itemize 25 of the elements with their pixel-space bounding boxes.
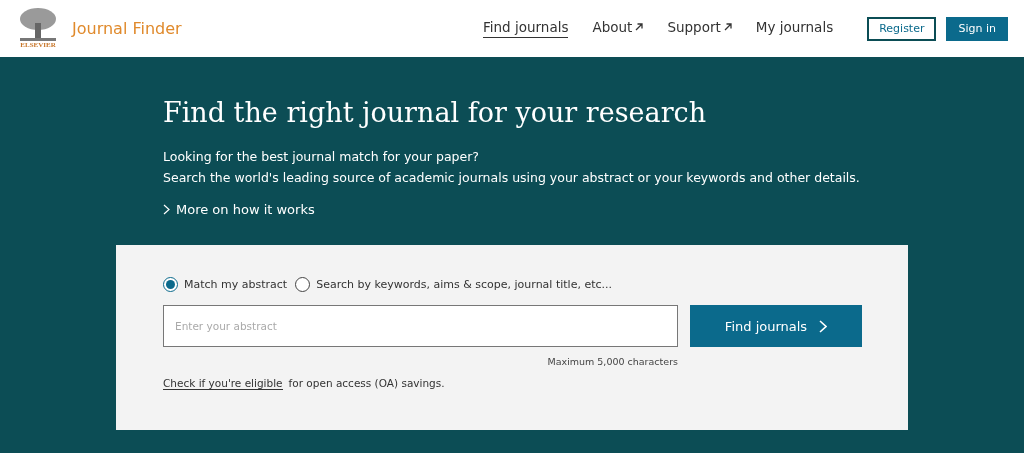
radio-button[interactable] [163,277,178,292]
chevron-icon [163,204,170,215]
eligibility-link[interactable]: Check if you're eligible [163,377,283,390]
tree-icon [18,7,58,41]
sign-in-button[interactable]: Sign in [946,16,1008,41]
hero-text: Looking for the best journal match for your paper? [163,148,480,166]
nav-link[interactable]: Find journals [483,19,569,38]
external-link-icon [635,23,644,31]
nav-link[interactable]: My journals [755,19,834,38]
product-name: Journal Finder [72,19,182,38]
chevron-icon [819,319,828,333]
more-link[interactable]: More on how it works [163,202,908,217]
search-mode-option[interactable]: Search by keywords, aims & scope, journal title, etc... [295,277,613,292]
abstract-field[interactable]: Enter your abstract [163,305,678,347]
hero-title: Find the right journal for your research [163,97,708,128]
register-button[interactable]: Register [867,16,937,41]
hero-text: Search the world's leading source of academic journals using your abstract or your keywords and other details. [163,169,861,187]
search-mode-option[interactable]: Match my abstract [163,277,288,292]
nav-link[interactable]: Support [667,19,732,38]
radio-button[interactable] [295,277,311,292]
nav-link[interactable]: About [592,19,644,38]
external-link-icon [723,23,732,31]
character-limit: Maximum 5,000 characters [547,356,678,367]
find-journals-button[interactable]: Find journals [690,305,862,347]
eligibility-text: for open access (OA) savings. [288,377,445,390]
